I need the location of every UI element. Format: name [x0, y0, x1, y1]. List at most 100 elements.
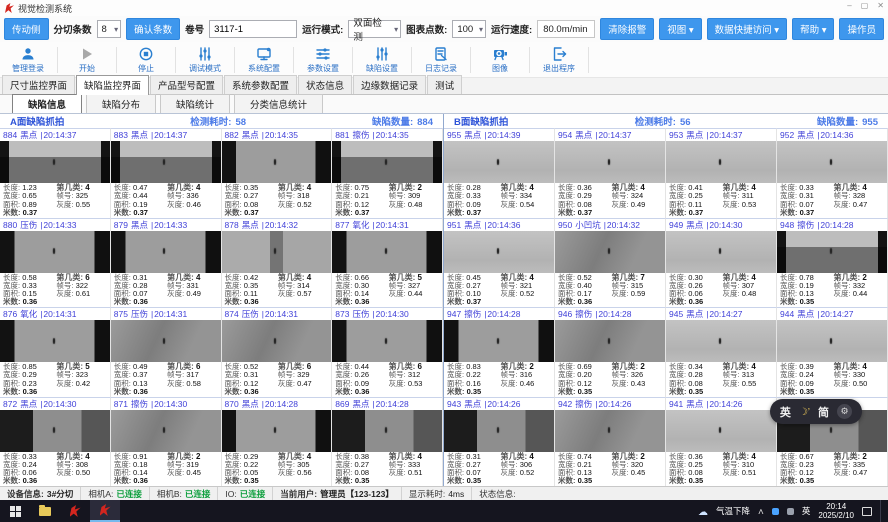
- chart-points-select[interactable]: 100: [452, 20, 486, 38]
- defect-cell[interactable]: 953黑点20:14:37长度: 0.41宽度: 0.25面积: 0.11米数:…: [666, 128, 777, 218]
- defect-cell[interactable]: 947擦伤20:14:28长度: 0.83宽度: 0.22面积: 0.16米数:…: [444, 307, 555, 397]
- defect-image[interactable]: [0, 231, 110, 273]
- admin-login-button[interactable]: 管理登录: [2, 43, 54, 77]
- defect-image[interactable]: [555, 320, 665, 362]
- defect-cell[interactable]: 880压伤20:14:33长度: 0.58宽度: 0.33面积: 0.15米数:…: [0, 218, 111, 308]
- log-record-button[interactable]: 日志记录: [415, 43, 467, 77]
- defect-cell[interactable]: 949黑点20:14:30长度: 0.30宽度: 0.26面积: 0.06米数:…: [666, 218, 777, 308]
- confirm-slit-button[interactable]: 确认条数: [126, 18, 180, 40]
- tab-status-info[interactable]: 状态信息: [298, 75, 352, 94]
- defect-cell[interactable]: 941黑点20:14:26长度: 0.36宽度: 0.25面积: 0.08米数:…: [666, 397, 777, 487]
- defect-cell[interactable]: 876氧化20:14:31长度: 0.85宽度: 0.29面积: 0.23米数:…: [0, 307, 111, 397]
- language-indicator[interactable]: 英: [802, 505, 811, 517]
- file-explorer-button[interactable]: [30, 500, 60, 522]
- defect-cell[interactable]: 950小凹坑20:14:32长度: 0.52宽度: 0.40面积: 0.17米数…: [555, 218, 666, 308]
- weather-text[interactable]: 气温下降: [716, 505, 750, 517]
- defect-image[interactable]: [332, 320, 442, 362]
- gear-icon[interactable]: [837, 404, 852, 419]
- tab-product-model-config[interactable]: 产品型号配置: [150, 75, 223, 94]
- defect-cell[interactable]: 954黑点20:14:37长度: 0.36宽度: 0.29面积: 0.08米数:…: [555, 128, 666, 218]
- defect-cell[interactable]: 952黑点20:14:36长度: 0.33宽度: 0.31面积: 0.07米数:…: [777, 128, 888, 218]
- defect-cell[interactable]: 870黑点20:14:28长度: 0.29宽度: 0.22面积: 0.05米数:…: [222, 397, 333, 487]
- data-shortcut-menu-button[interactable]: 数据快捷访问 ▾: [707, 18, 787, 40]
- defect-cell[interactable]: 946擦伤20:14:28长度: 0.69宽度: 0.20面积: 0.12米数:…: [555, 307, 666, 397]
- defect-image[interactable]: [222, 231, 332, 273]
- slit-count-select[interactable]: 8: [97, 20, 122, 38]
- defect-cell[interactable]: 945黑点20:14:27长度: 0.34宽度: 0.28面积: 0.08米数:…: [666, 307, 777, 397]
- defect-image[interactable]: [666, 410, 776, 452]
- subtab-class-info-statistics[interactable]: 分类信息统计: [234, 94, 323, 114]
- defect-image[interactable]: [332, 141, 442, 183]
- ime-simplified-toggle[interactable]: 简: [818, 404, 829, 420]
- tab-test[interactable]: 测试: [427, 75, 462, 94]
- defect-image[interactable]: [666, 320, 776, 362]
- maximize-button[interactable]: ▢: [861, 1, 869, 10]
- defect-image[interactable]: [0, 410, 110, 452]
- subtab-defect-distribution[interactable]: 缺陷分布: [86, 94, 156, 114]
- operator-button[interactable]: 操作员: [839, 18, 884, 40]
- defect-cell[interactable]: 882黑点20:14:35长度: 0.35宽度: 0.27面积: 0.08米数:…: [222, 128, 333, 218]
- defect-image[interactable]: [332, 231, 442, 273]
- tab-system-param-config[interactable]: 系统参数配置: [224, 75, 297, 94]
- run-mode-select[interactable]: 双面检测: [348, 20, 401, 38]
- inspection-app-button[interactable]: [60, 500, 90, 522]
- defect-image[interactable]: [777, 231, 887, 273]
- defect-image[interactable]: [222, 410, 332, 452]
- defect-image[interactable]: [0, 141, 110, 183]
- defect-image[interactable]: [444, 410, 554, 452]
- defect-image[interactable]: [777, 141, 887, 183]
- moon-icon[interactable]: [799, 406, 810, 418]
- stop-button[interactable]: 停止: [120, 43, 172, 77]
- exit-program-button[interactable]: 退出程序: [533, 43, 585, 77]
- tab-size-monitor[interactable]: 尺寸监控界面: [2, 75, 75, 94]
- defect-image[interactable]: [111, 231, 221, 273]
- defect-image[interactable]: [555, 141, 665, 183]
- ime-english-toggle[interactable]: 英: [780, 404, 791, 420]
- defect-cell[interactable]: 943黑点20:14:26长度: 0.31宽度: 0.27面积: 0.07米数:…: [444, 397, 555, 487]
- defect-cell[interactable]: 951黑点20:14:36长度: 0.45宽度: 0.27面积: 0.10米数:…: [444, 218, 555, 308]
- defect-image[interactable]: [0, 320, 110, 362]
- tab-edge-data-record[interactable]: 边缘数据记录: [353, 75, 426, 94]
- tab-defect-monitor[interactable]: 缺陷监控界面: [76, 75, 149, 95]
- defect-cell[interactable]: 942擦伤20:14:26长度: 0.74宽度: 0.21面积: 0.13米数:…: [555, 397, 666, 487]
- system-config-button[interactable]: 系统配置: [238, 43, 290, 77]
- debug-mode-button[interactable]: 调试模式: [179, 43, 231, 77]
- defect-cell[interactable]: 873压伤20:14:30长度: 0.44宽度: 0.26面积: 0.09米数:…: [332, 307, 443, 397]
- defect-cell[interactable]: 877氧化20:14:31长度: 0.66宽度: 0.30面积: 0.14米数:…: [332, 218, 443, 308]
- view-menu-button[interactable]: 视图 ▾: [659, 18, 701, 40]
- defect-cell[interactable]: 883黑点20:14:37长度: 0.47宽度: 0.44面积: 0.19米数:…: [111, 128, 222, 218]
- defect-image[interactable]: [111, 320, 221, 362]
- defect-cell[interactable]: 884黑点20:14:37长度: 1.23宽度: 0.65面积: 0.89米数:…: [0, 128, 111, 218]
- inspection-app-active-button[interactable]: [90, 500, 120, 522]
- defect-cell[interactable]: 872黑点20:14:30长度: 0.33宽度: 0.24面积: 0.06米数:…: [0, 397, 111, 487]
- tray-app-icon[interactable]: [772, 508, 779, 515]
- defect-image[interactable]: [666, 231, 776, 273]
- weather-icon[interactable]: [698, 502, 708, 520]
- defect-image[interactable]: [444, 141, 554, 183]
- defect-cell[interactable]: 875压伤20:14:31长度: 0.49宽度: 0.37面积: 0.13米数:…: [111, 307, 222, 397]
- defect-image[interactable]: [111, 410, 221, 452]
- defect-image[interactable]: [111, 141, 221, 183]
- defect-cell[interactable]: 878黑点20:14:32长度: 0.42宽度: 0.35面积: 0.11米数:…: [222, 218, 333, 308]
- subtab-defect-statistics[interactable]: 缺陷统计: [160, 94, 230, 114]
- notification-center-icon[interactable]: [862, 507, 872, 516]
- drive-side-button[interactable]: 传动侧: [4, 18, 49, 40]
- start-button[interactable]: 开始: [61, 43, 113, 77]
- clear-alarm-button[interactable]: 清除报警: [600, 18, 654, 40]
- defect-image[interactable]: [555, 410, 665, 452]
- defect-image[interactable]: [777, 320, 887, 362]
- defect-cell[interactable]: 869黑点20:14:28长度: 0.38宽度: 0.27面积: 0.08米数:…: [332, 397, 443, 487]
- minimize-button[interactable]: –: [847, 1, 851, 10]
- defect-image[interactable]: [222, 320, 332, 362]
- defect-image[interactable]: [332, 410, 442, 452]
- close-button[interactable]: ✕: [877, 1, 884, 10]
- param-settings-button[interactable]: 参数设置: [297, 43, 349, 77]
- show-desktop-button[interactable]: [880, 500, 884, 522]
- tray-app-icon[interactable]: [787, 508, 794, 515]
- image-view-button[interactable]: 图像: [474, 43, 526, 77]
- defect-cell[interactable]: 871擦伤20:14:30长度: 0.91宽度: 0.18面积: 0.14米数:…: [111, 397, 222, 487]
- subtab-defect-info[interactable]: 缺陷信息: [12, 94, 82, 114]
- defect-cell[interactable]: 881擦伤20:14:35长度: 0.75宽度: 0.21面积: 0.12米数:…: [332, 128, 443, 218]
- defect-settings-button[interactable]: 缺陷设置: [356, 43, 408, 77]
- defect-image[interactable]: [444, 320, 554, 362]
